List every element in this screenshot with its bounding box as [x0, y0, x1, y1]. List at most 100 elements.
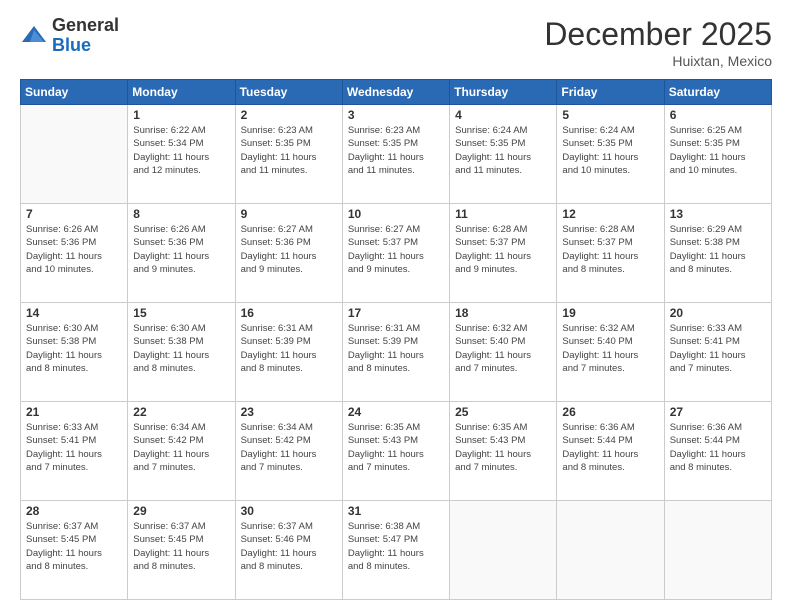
day-number: 6	[670, 108, 766, 122]
day-number: 10	[348, 207, 444, 221]
month-title: December 2025	[544, 16, 772, 53]
calendar-cell: 13 Sunrise: 6:29 AM Sunset: 5:38 PM Dayli…	[664, 204, 771, 303]
day-number: 21	[26, 405, 122, 419]
calendar-cell: 11Sunrise: 6:28 AM Sunset: 5:37 PM Dayli…	[450, 204, 557, 303]
day-number: 9	[241, 207, 337, 221]
day-number: 22	[133, 405, 229, 419]
calendar-cell: 17 Sunrise: 6:31 AM Sunset: 5:39 PM Dayli…	[342, 303, 449, 402]
calendar-cell: 1 Sunrise: 6:22 AM Sunset: 5:34 PM Daylig…	[128, 105, 235, 204]
weekday-header-thursday: Thursday	[450, 80, 557, 105]
calendar-cell	[21, 105, 128, 204]
day-info: Sunrise: 6:37 AM Sunset: 5:46 PM Dayligh…	[241, 520, 337, 573]
calendar-cell: 16 Sunrise: 6:31 AM Sunset: 5:39 PM Dayli…	[235, 303, 342, 402]
day-number: 24	[348, 405, 444, 419]
day-number: 13	[670, 207, 766, 221]
day-info: Sunrise: 6:24 AM Sunset: 5:35 PM Dayligh…	[455, 124, 551, 177]
calendar-week-row: 21 Sunrise: 6:33 AM Sunset: 5:41 PM Dayli…	[21, 402, 772, 501]
calendar-cell: 12 Sunrise: 6:28 AM Sunset: 5:37 PM Dayli…	[557, 204, 664, 303]
day-number: 4	[455, 108, 551, 122]
weekday-header-wednesday: Wednesday	[342, 80, 449, 105]
day-info: Sunrise: 6:34 AM Sunset: 5:42 PM Dayligh…	[241, 421, 337, 474]
day-info: Sunrise: 6:31 AM Sunset: 5:39 PM Dayligh…	[241, 322, 337, 375]
calendar-cell: 31 Sunrise: 6:38 AM Sunset: 5:47 PM Dayli…	[342, 501, 449, 600]
day-number: 20	[670, 306, 766, 320]
calendar-cell: 9 Sunrise: 6:27 AM Sunset: 5:36 PM Daylig…	[235, 204, 342, 303]
calendar-cell: 18Sunrise: 6:32 AM Sunset: 5:40 PM Dayli…	[450, 303, 557, 402]
calendar-cell: 15 Sunrise: 6:30 AM Sunset: 5:38 PM Dayli…	[128, 303, 235, 402]
day-number: 7	[26, 207, 122, 221]
calendar-cell	[450, 501, 557, 600]
header: General Blue December 2025 Huixtan, Mexi…	[20, 16, 772, 69]
day-info: Sunrise: 6:24 AM Sunset: 5:35 PM Dayligh…	[562, 124, 658, 177]
calendar-cell: 22 Sunrise: 6:34 AM Sunset: 5:42 PM Dayli…	[128, 402, 235, 501]
day-info: Sunrise: 6:34 AM Sunset: 5:42 PM Dayligh…	[133, 421, 229, 474]
day-info: Sunrise: 6:28 AM Sunset: 5:37 PM Dayligh…	[562, 223, 658, 276]
calendar-cell: 5Sunrise: 6:24 AM Sunset: 5:35 PM Daylig…	[557, 105, 664, 204]
calendar-cell: 27 Sunrise: 6:36 AM Sunset: 5:44 PM Dayli…	[664, 402, 771, 501]
day-info: Sunrise: 6:38 AM Sunset: 5:47 PM Dayligh…	[348, 520, 444, 573]
calendar-cell: 7 Sunrise: 6:26 AM Sunset: 5:36 PM Daylig…	[21, 204, 128, 303]
calendar-cell: 28Sunrise: 6:37 AM Sunset: 5:45 PM Dayli…	[21, 501, 128, 600]
day-number: 1	[133, 108, 229, 122]
day-number: 16	[241, 306, 337, 320]
day-number: 17	[348, 306, 444, 320]
day-number: 31	[348, 504, 444, 518]
day-number: 30	[241, 504, 337, 518]
day-info: Sunrise: 6:29 AM Sunset: 5:38 PM Dayligh…	[670, 223, 766, 276]
weekday-header-tuesday: Tuesday	[235, 80, 342, 105]
day-number: 8	[133, 207, 229, 221]
day-info: Sunrise: 6:33 AM Sunset: 5:41 PM Dayligh…	[26, 421, 122, 474]
calendar-cell: 2 Sunrise: 6:23 AM Sunset: 5:35 PM Daylig…	[235, 105, 342, 204]
day-info: Sunrise: 6:25 AM Sunset: 5:35 PM Dayligh…	[670, 124, 766, 177]
calendar-table: SundayMondayTuesdayWednesdayThursdayFrid…	[20, 79, 772, 600]
calendar-cell: 26Sunrise: 6:36 AM Sunset: 5:44 PM Dayli…	[557, 402, 664, 501]
day-number: 23	[241, 405, 337, 419]
calendar-week-row: 28 Sunrise: 6:37 AM Sunset: 5:45 PM Dayli…	[21, 501, 772, 600]
day-info: Sunrise: 6:30 AM Sunset: 5:38 PM Dayligh…	[133, 322, 229, 375]
weekday-header-monday: Monday	[128, 80, 235, 105]
day-number: 29	[133, 504, 229, 518]
weekday-header-friday: Friday	[557, 80, 664, 105]
day-number: 3	[348, 108, 444, 122]
day-info: Sunrise: 6:23 AM Sunset: 5:35 PM Dayligh…	[348, 124, 444, 177]
calendar-week-row: 14 Sunrise: 6:30 AM Sunset: 5:38 PM Dayli…	[21, 303, 772, 402]
day-info: Sunrise: 6:27 AM Sunset: 5:36 PM Dayligh…	[241, 223, 337, 276]
day-info: Sunrise: 6:37 AM Sunset: 5:45 PM Dayligh…	[133, 520, 229, 573]
calendar-cell: 24 Sunrise: 6:35 AM Sunset: 5:43 PM Dayli…	[342, 402, 449, 501]
day-info: Sunrise: 6:27 AM Sunset: 5:37 PM Dayligh…	[348, 223, 444, 276]
day-number: 11	[455, 207, 551, 221]
day-number: 26	[562, 405, 658, 419]
day-info: Sunrise: 6:30 AM Sunset: 5:38 PM Dayligh…	[26, 322, 122, 375]
day-info: Sunrise: 6:31 AM Sunset: 5:39 PM Dayligh…	[348, 322, 444, 375]
day-info: Sunrise: 6:32 AM Sunset: 5:40 PM Dayligh…	[562, 322, 658, 375]
weekday-header-row: SundayMondayTuesdayWednesdayThursdayFrid…	[21, 80, 772, 105]
calendar-week-row: 7 Sunrise: 6:26 AM Sunset: 5:36 PM Daylig…	[21, 204, 772, 303]
calendar-cell: 30 Sunrise: 6:37 AM Sunset: 5:46 PM Dayli…	[235, 501, 342, 600]
day-number: 12	[562, 207, 658, 221]
calendar-cell: 19 Sunrise: 6:32 AM Sunset: 5:40 PM Dayli…	[557, 303, 664, 402]
page: General Blue December 2025 Huixtan, Mexi…	[0, 0, 792, 612]
day-number: 14	[26, 306, 122, 320]
calendar-cell: 29 Sunrise: 6:37 AM Sunset: 5:45 PM Dayli…	[128, 501, 235, 600]
calendar-cell: 4 Sunrise: 6:24 AM Sunset: 5:35 PM Daylig…	[450, 105, 557, 204]
day-number: 27	[670, 405, 766, 419]
day-info: Sunrise: 6:23 AM Sunset: 5:35 PM Dayligh…	[241, 124, 337, 177]
day-info: Sunrise: 6:26 AM Sunset: 5:36 PM Dayligh…	[26, 223, 122, 276]
calendar-cell: 6 Sunrise: 6:25 AM Sunset: 5:35 PM Daylig…	[664, 105, 771, 204]
day-info: Sunrise: 6:36 AM Sunset: 5:44 PM Dayligh…	[670, 421, 766, 474]
day-info: Sunrise: 6:33 AM Sunset: 5:41 PM Dayligh…	[670, 322, 766, 375]
calendar-cell: 20 Sunrise: 6:33 AM Sunset: 5:41 PM Dayli…	[664, 303, 771, 402]
title-block: December 2025 Huixtan, Mexico	[544, 16, 772, 69]
day-info: Sunrise: 6:32 AM Sunset: 5:40 PM Dayligh…	[455, 322, 551, 375]
logo-text: General Blue	[52, 16, 119, 56]
day-number: 28	[26, 504, 122, 518]
day-info: Sunrise: 6:22 AM Sunset: 5:34 PM Dayligh…	[133, 124, 229, 177]
day-number: 2	[241, 108, 337, 122]
calendar-cell	[557, 501, 664, 600]
day-info: Sunrise: 6:35 AM Sunset: 5:43 PM Dayligh…	[348, 421, 444, 474]
logo-icon	[20, 22, 48, 50]
day-number: 19	[562, 306, 658, 320]
logo: General Blue	[20, 16, 119, 56]
day-number: 15	[133, 306, 229, 320]
calendar-cell	[664, 501, 771, 600]
